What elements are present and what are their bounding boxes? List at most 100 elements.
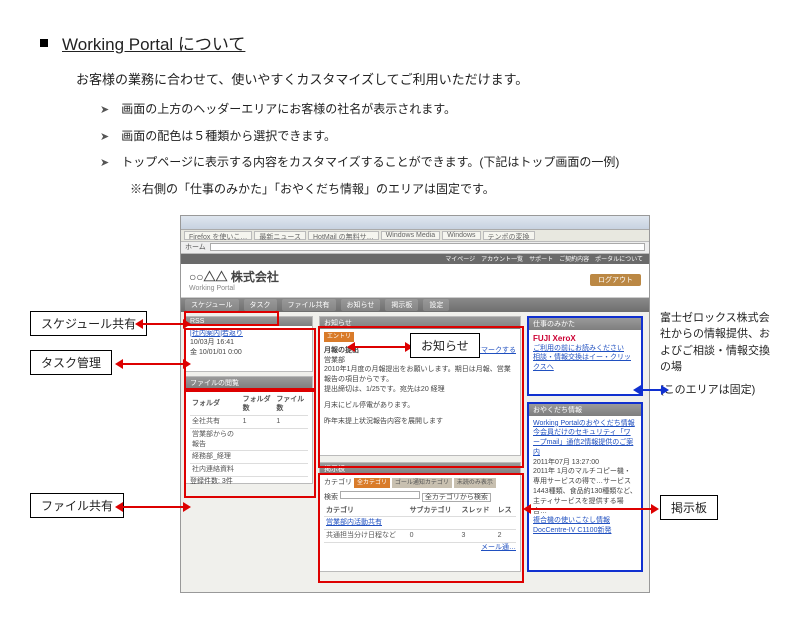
page-subtitle: お客様の業務に合わせて、使いやすくカスタマイズしてご利用いただけます。 [76,69,760,88]
panel-header: 仕事のみかた [529,318,641,330]
bullet-text: トップページに表示する内容をカスタマイズすることができます。(下記はトップ画面の… [121,153,760,172]
chevron-right-icon: ➤ [100,129,109,146]
panel-board: 掲示板 カテゴリ 全カテゴリ ゴール通知カテゴリ 未読のみ表示 検索 全カテゴリ… [319,462,521,572]
callout-file: ファイル共有 [30,493,124,518]
chevron-right-icon: ➤ [100,155,109,172]
board-search-input[interactable] [340,491,420,499]
th: サブカテゴリ [408,505,460,517]
rss-date: 金 10/01/01 0:00 [190,348,308,358]
company-header: ○○△△ 株式会社 Working Portal ログアウト [181,264,649,298]
useful-link[interactable]: Working Portalのおやくだち情報 [533,419,637,429]
notice-line: 月末にビル停電があります。 [324,401,516,411]
files-footer: 登録件数: 3件 [190,477,308,487]
bullet-item: ➤ トップページに表示する内容をカスタマイズすることができます。(下記はトップ画… [100,153,760,172]
bookmark[interactable]: Windows Media [381,231,440,240]
panel-header: ファイルの閲覧 [186,377,312,389]
th: スレッド [460,505,496,517]
browser-tab-row: ホーム [181,242,649,254]
bullet-item: ➤ 画面の配色は５種類から選択できます。 [100,127,760,146]
table-row: 営業部内活動共有 [324,517,516,530]
board-search-button[interactable]: 全カテゴリから検索 [422,493,491,502]
board-chip[interactable]: ゴール通知カテゴリ [392,478,452,488]
useful-text: 2011年 1月のマルチコピー機・専用サービスの得で…サービス1443種類、食品… [533,467,637,516]
browser-bookmark-bar: Firefox を使いこ… 最新ニュース HotMail の無料サ… Windo… [181,230,649,242]
company-name: ○○△△ 株式会社 [189,268,279,285]
logout-button[interactable]: ログアウト [590,274,641,286]
notice-line: 提出締切は、1/25です。宛先は20 経理 [324,385,516,395]
notice-heading: 月報の提出 [324,346,359,356]
panel-useful: おやくだち情報 Working Portalのおやくだち情報 今会員だけのセキュ… [527,402,643,572]
side-note: 富士ゼロックス株式会社からの情報提供、およびご相談・情報交換の場 (このエリアは… [660,310,770,399]
entry-tab[interactable]: エントリ [324,332,354,342]
bookmark[interactable]: テンポの変換 [483,231,535,240]
browser-chrome [181,216,649,230]
portal-nav: スケジュール タスク ファイル共有 お知らせ 掲示板 設定 [181,298,649,312]
table-row: 社内連絡資料 [190,464,308,477]
rss-link[interactable]: [社内案内]若返り [190,329,308,339]
rss-date: 10/03月 16:41 [190,338,308,348]
heading-bullet-icon [40,39,48,47]
th: フォルダ数 [241,394,275,416]
board-chip[interactable]: 未読のみ表示 [454,478,496,488]
portal-diagram: Firefox を使いこ… 最新ニュース HotMail の無料サ… Windo… [40,215,760,595]
side-note-text: 富士ゼロックス株式会社からの情報提供、およびご相談・情報交換の場 [660,310,770,376]
bookmark[interactable]: Windows [442,231,480,240]
useful-link[interactable]: DocCentre-IV C1100新発 [533,526,637,536]
panel-header: 掲示板 [320,463,520,475]
bookmark[interactable]: 最新ニュース [254,231,306,240]
notice-line: 2010年1月度の月報提出をお願いします。期日は月報、営業報告の項目からです。 [324,365,516,385]
nav-tab[interactable]: ファイル共有 [282,299,336,311]
portal-tagline: Working Portal [189,285,279,292]
top-link[interactable]: マイページ [445,254,475,263]
table-row: 共通担当分け日程など032 [324,530,516,543]
arrow-task [118,359,188,369]
arrow-file [118,502,188,512]
nav-tab[interactable]: 掲示板 [385,299,418,311]
table-row: 営業部からの報告 [190,428,308,451]
nav-tab[interactable]: タスク [244,299,277,311]
top-link[interactable]: アカウント一覧 [481,254,523,263]
board-cat-label: カテゴリ [324,479,352,486]
useful-link[interactable]: 今会員だけのセキュリティ「ワープmail」通信2情報提供のご案内 [533,428,637,457]
board-table: カテゴリサブカテゴリスレッドレス 営業部内活動共有 共通担当分け日程など032 [324,505,516,543]
table-row: 経務部_経理 [190,451,308,464]
panel-header: おやくだち情報 [529,404,641,416]
callout-board: 掲示板 [660,495,718,520]
address-bar[interactable] [210,243,645,251]
callout-task: タスク管理 [30,350,112,375]
th: カテゴリ [324,505,408,517]
bullet-item: ➤ 画面の上方のヘッダーエリアにお客様の社名が表示されます。 [100,100,760,119]
bookmark[interactable]: HotMail の無料サ… [308,231,379,240]
work-link[interactable]: ご利用の前にお読みください [533,344,637,354]
fuji-xerox-logo: FUJI XeroX [533,333,637,344]
nav-tab[interactable]: 設定 [423,299,449,311]
board-mail-link[interactable]: メール通… [324,543,516,553]
files-table: フォルダフォルダ数ファイル数 全社共有11 営業部からの報告 経務部_経理 社内… [190,394,308,478]
top-link[interactable]: ご契約内容 [559,254,589,263]
page-title: Working Portal について [62,30,245,55]
th: フォルダ [190,394,241,416]
nav-tab[interactable]: スケジュール [185,299,239,311]
table-row: 全社共有11 [190,416,308,429]
useful-date: 2011年07月 13:27:00 [533,458,637,468]
panel-files: ファイルの閲覧 フォルダフォルダ数ファイル数 全社共有11 営業部からの報告 経… [185,376,313,484]
board-search-label: 検索 [324,494,338,501]
notice-line: 昨年末提上状況報告内容を展開します [324,417,516,427]
callout-notice: お知らせ [410,333,480,358]
top-link[interactable]: ポータルについて [595,254,643,263]
useful-link[interactable]: 複合機の使いこなし情報 [533,516,637,526]
panel-work: 仕事のみかた FUJI XeroX ご利用の前にお読みください 相談・情報交換は… [527,316,643,396]
portal-top-links: マイページ アカウント一覧 サポート ご契約内容 ポータルについて [181,254,649,264]
panel-header: RSS [186,317,312,326]
work-link[interactable]: 相談・情報交換はイー・クリックスへ [533,353,637,373]
portal-screenshot: Firefox を使いこ… 最新ニュース HotMail の無料サ… Windo… [180,215,650,593]
board-chip[interactable]: 全カテゴリ [354,478,390,488]
top-link[interactable]: サポート [529,254,553,263]
bullet-text: 画面の上方のヘッダーエリアにお客様の社名が表示されます。 [121,100,760,119]
th: ファイル数 [274,394,308,416]
nav-tab[interactable]: お知らせ [341,299,381,311]
chevron-right-icon: ➤ [100,102,109,119]
bookmark[interactable]: Firefox を使いこ… [184,231,252,240]
browser-tab[interactable]: ホーム [185,242,206,252]
side-note-fixed: (このエリアは固定) [660,382,770,399]
